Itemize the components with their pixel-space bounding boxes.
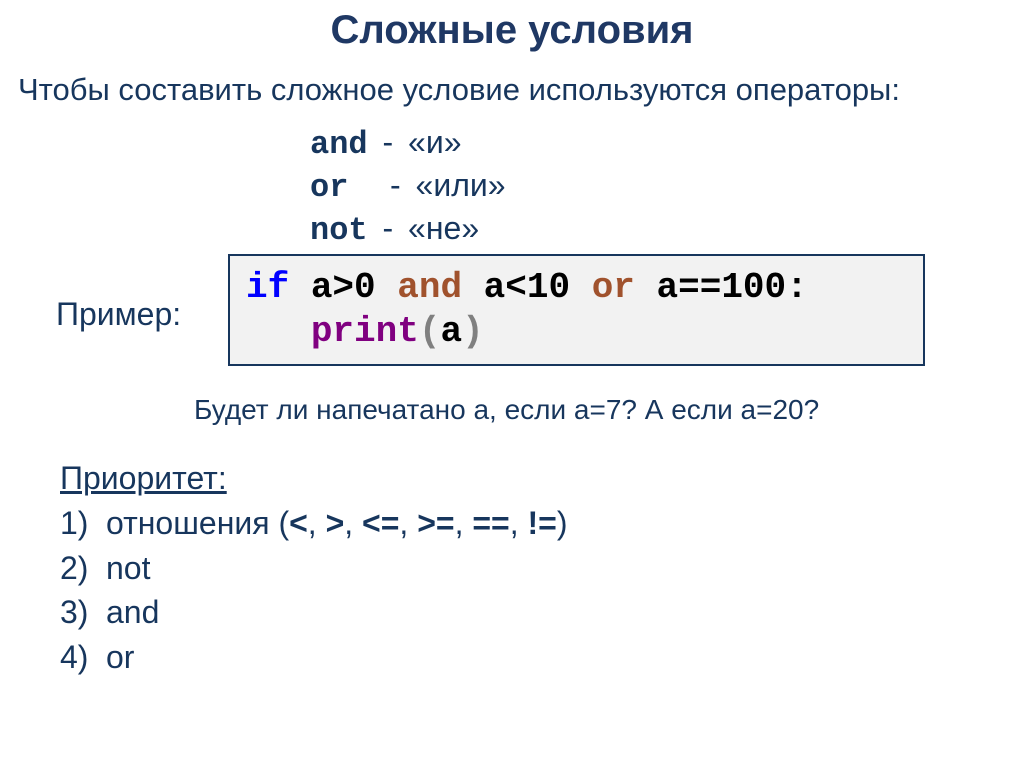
expr-3: a==100 <box>635 267 786 308</box>
priority-heading: Приоритет: <box>60 456 568 501</box>
question-text: Будет ли напечатано а, если а=7? А если … <box>194 394 819 426</box>
operator-definitions: and - «и» or - «или» not - «не» <box>310 122 506 251</box>
fn-print: print <box>311 311 419 352</box>
p1-eq: == <box>472 505 509 541</box>
code-line-2: print(a) <box>246 310 907 354</box>
code-line-1: if a>0 and a<10 or a==100: <box>246 266 907 310</box>
arg: a <box>440 311 462 352</box>
pri-num-4: 4) <box>60 635 106 680</box>
p1-lt: < <box>289 505 308 541</box>
rparen: ) <box>462 311 484 352</box>
op-not-kw: not <box>310 212 368 249</box>
p3: and <box>106 594 159 630</box>
dash: - <box>383 124 403 160</box>
priority-block: Приоритет: 1)отношения (<, >, <=, >=, ==… <box>60 456 568 680</box>
dash: - <box>383 210 403 246</box>
p1-ne: != <box>528 505 557 541</box>
lparen: ( <box>419 311 441 352</box>
colon: : <box>786 267 808 308</box>
op-not-row: not - «не» <box>310 208 506 251</box>
p1-gt: > <box>326 505 345 541</box>
indent <box>246 311 311 352</box>
op-not-def: «не» <box>408 210 479 246</box>
slide-title: Сложные условия <box>0 8 1024 53</box>
op-and-kw: and <box>310 126 368 163</box>
priority-item-2: 2)not <box>60 546 568 591</box>
priority-item-4: 4)or <box>60 635 568 680</box>
kw-and: and <box>397 267 462 308</box>
expr-1: a>0 <box>289 267 397 308</box>
dash: - <box>363 167 409 203</box>
priority-item-3: 3)and <box>60 590 568 635</box>
p1-k: , <box>510 505 528 541</box>
op-and-row: and - «и» <box>310 122 506 165</box>
pri-num-2: 2) <box>60 546 106 591</box>
code-example: if a>0 and a<10 or a==100: print(a) <box>228 254 925 366</box>
p2: not <box>106 550 150 586</box>
p1-ge: >= <box>417 505 454 541</box>
p1-a: отношения ( <box>106 505 289 541</box>
p1-le: <= <box>362 505 399 541</box>
op-or-kw: or <box>310 169 348 206</box>
kw-if: if <box>246 267 289 308</box>
p1-m: ) <box>557 505 568 541</box>
priority-list: 1)отношения (<, >, <=, >=, ==, !=) 2)not… <box>60 501 568 680</box>
slide: Сложные условия Чтобы составить сложное … <box>0 0 1024 767</box>
op-or-row: or - «или» <box>310 165 506 208</box>
p1-c: , <box>308 505 326 541</box>
p1-e: , <box>344 505 362 541</box>
intro-text: Чтобы составить сложное условие использу… <box>18 72 900 108</box>
pri-num-3: 3) <box>60 590 106 635</box>
p1-g: , <box>399 505 417 541</box>
p1-i: , <box>455 505 473 541</box>
p4: or <box>106 639 134 675</box>
example-label: Пример: <box>56 296 181 333</box>
op-and-def: «и» <box>408 124 461 160</box>
kw-or: or <box>592 267 635 308</box>
priority-item-1: 1)отношения (<, >, <=, >=, ==, !=) <box>60 501 568 546</box>
op-or-def: «или» <box>416 167 506 203</box>
pri-num-1: 1) <box>60 501 106 546</box>
expr-2: a<10 <box>462 267 592 308</box>
